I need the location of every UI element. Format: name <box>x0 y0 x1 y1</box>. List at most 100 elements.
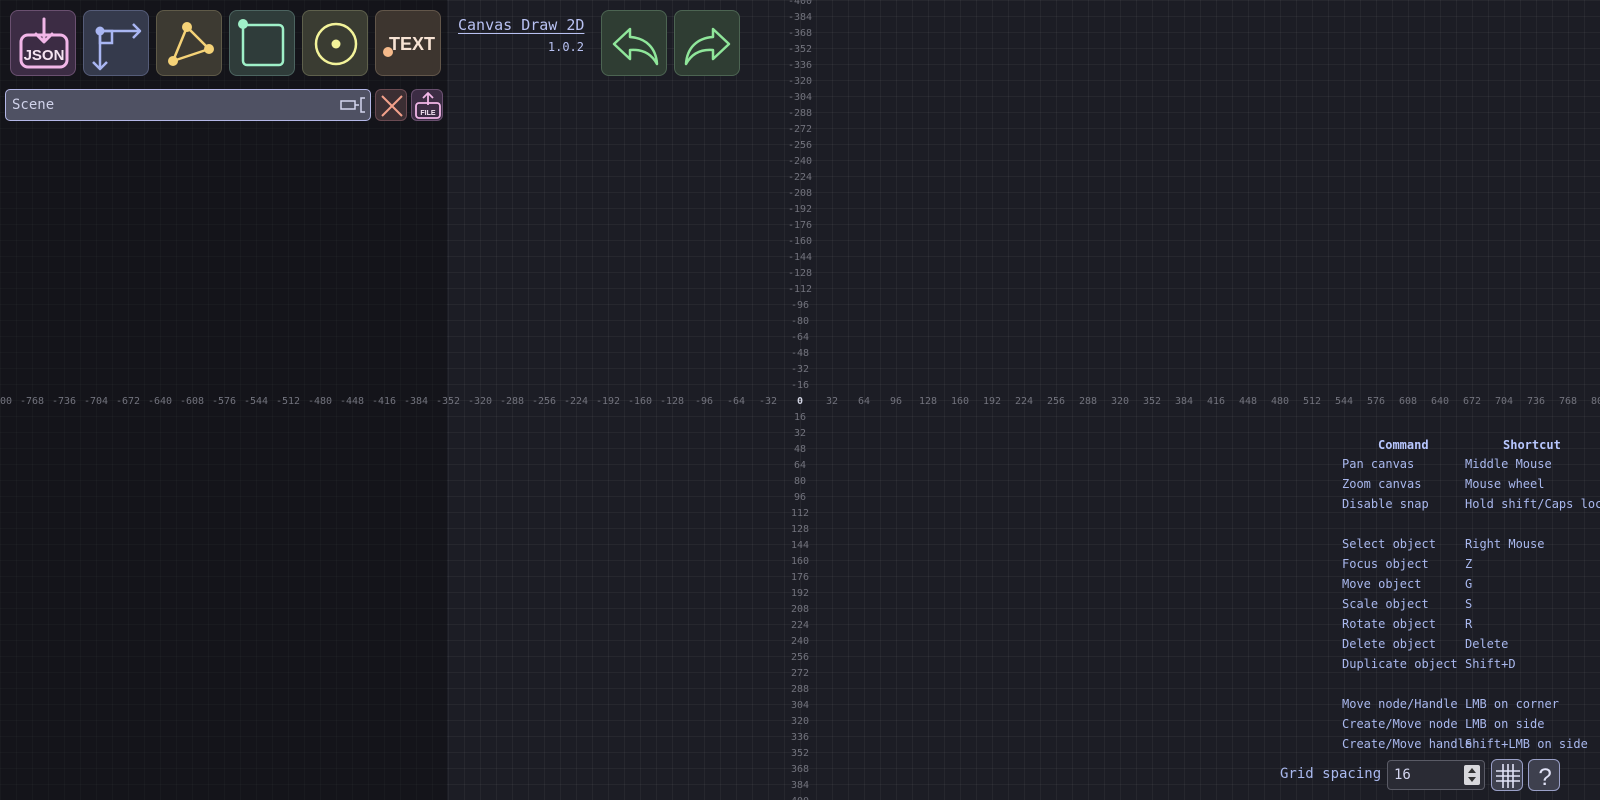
stepper-arrows-icon <box>1468 768 1476 782</box>
y-axis-tick-label: -272 <box>788 124 812 135</box>
y-axis-tick-label: -256 <box>788 140 812 151</box>
x-axis-tick-label: 544 <box>1335 396 1353 407</box>
text-tool-button[interactable]: TEXT <box>375 10 441 76</box>
y-axis-tick-label: -176 <box>788 220 812 231</box>
y-axis-tick-label: 256 <box>791 652 809 663</box>
x-axis-tick-label: -704 <box>84 396 108 407</box>
x-axis-tick-label: -576 <box>212 396 236 407</box>
x-axis-tick-label: -256 <box>532 396 556 407</box>
x-axis-tick-label: -416 <box>372 396 396 407</box>
x-axis-tick-label: 512 <box>1303 396 1321 407</box>
x-axis-tick-label: 640 <box>1431 396 1449 407</box>
rectangle-tool-button[interactable] <box>229 10 295 76</box>
x-axis-tick-label: 480 <box>1271 396 1289 407</box>
x-axis-tick-label: -608 <box>180 396 204 407</box>
y-axis-tick-label: -16 <box>791 380 809 391</box>
x-axis-tick-label: 448 <box>1239 396 1257 407</box>
y-axis-tick-label: -288 <box>788 108 812 119</box>
x-axis-tick-label: 736 <box>1527 396 1545 407</box>
y-axis-tick-label: 112 <box>791 508 809 519</box>
shortcut-key: Hold shift/Caps lock <box>1465 497 1600 511</box>
y-axis-tick-label: 336 <box>791 732 809 743</box>
shortcut-key: Shift+D <box>1465 657 1516 671</box>
x-axis-tick-label: 672 <box>1463 396 1481 407</box>
x-axis-tick-label: -640 <box>148 396 172 407</box>
x-axis-tick-label: 224 <box>1015 396 1033 407</box>
y-axis-tick-label: -96 <box>791 300 809 311</box>
clear-scene-button[interactable] <box>375 89 407 121</box>
shortcut-key: G <box>1465 577 1473 591</box>
help-button[interactable]: ? <box>1528 759 1560 791</box>
path-tool-icon <box>92 23 142 71</box>
y-axis-tick-label: 64 <box>794 460 806 471</box>
x-axis-tick-label: -544 <box>244 396 268 407</box>
y-axis-tick-label: 384 <box>791 780 809 791</box>
y-axis-tick-label: -32 <box>791 364 809 375</box>
y-axis-tick-label: 80 <box>794 476 806 487</box>
x-axis-tick-label: 576 <box>1367 396 1385 407</box>
undo-button[interactable] <box>601 10 667 76</box>
circle-tool-icon <box>314 22 358 66</box>
command-column-header: Command <box>1378 438 1429 452</box>
x-axis-tick-label: 768 <box>1559 396 1577 407</box>
y-axis-tick-label: -160 <box>788 236 812 247</box>
scene-name-input[interactable] <box>5 89 371 121</box>
import-json-button[interactable]: JSON <box>10 10 76 76</box>
help-icon: ? <box>1538 764 1551 791</box>
redo-button[interactable] <box>674 10 740 76</box>
shortcut-key: Middle Mouse <box>1465 457 1552 471</box>
y-axis-tick-label: 224 <box>791 620 809 631</box>
circle-tool-button[interactable] <box>302 10 368 76</box>
close-icon <box>381 95 403 117</box>
shortcut-command: Disable snap <box>1342 497 1429 511</box>
polygon-tool-button[interactable] <box>156 10 222 76</box>
app-title-link[interactable]: Canvas Draw 2D <box>458 16 584 34</box>
x-axis-tick-label: 96 <box>890 396 902 407</box>
y-axis-tick-label: 368 <box>791 764 809 775</box>
x-axis-tick-label: -384 <box>404 396 428 407</box>
shortcut-command: Delete object <box>1342 637 1436 651</box>
redo-icon <box>684 27 731 66</box>
shortcut-key: R <box>1465 617 1473 631</box>
y-axis-tick-label: -112 <box>788 284 812 295</box>
shortcut-command: Create/Move handle <box>1342 737 1473 751</box>
text-label: TEXT <box>389 34 435 54</box>
y-axis-tick-label: -64 <box>791 332 809 343</box>
y-axis-tick-label: 208 <box>791 604 809 615</box>
shortcut-command: Pan canvas <box>1342 457 1415 471</box>
x-axis-tick-label: 64 <box>858 396 870 407</box>
y-axis-tick-label: 16 <box>794 412 806 423</box>
x-axis-tick-label: -448 <box>340 396 364 407</box>
shortcut-command: Zoom canvas <box>1342 477 1422 491</box>
x-axis-tick-label: -192 <box>596 396 620 407</box>
rename-icon[interactable] <box>340 95 368 115</box>
y-axis-tick-label: -336 <box>788 60 812 71</box>
y-axis-tick-label: -240 <box>788 156 812 167</box>
toggle-grid-button[interactable] <box>1491 759 1523 791</box>
shortcut-key: S <box>1465 597 1473 611</box>
grid-spacing-stepper[interactable] <box>1464 765 1480 785</box>
x-axis-tick-label: 192 <box>983 396 1001 407</box>
y-axis-tick-label: 240 <box>791 636 809 647</box>
shortcut-key: Z <box>1465 557 1473 571</box>
path-tool-button[interactable] <box>83 10 149 76</box>
shortcut-key: Right Mouse <box>1465 537 1545 551</box>
x-axis-tick-label: -320 <box>468 396 492 407</box>
rectangle-tool-icon <box>238 19 285 67</box>
y-axis-tick-label: -48 <box>791 348 809 359</box>
x-axis-tick-label: -224 <box>564 396 588 407</box>
app-version: 1.0.2 <box>547 40 584 54</box>
y-axis-tick-label: -224 <box>788 172 812 183</box>
shortcut-command: Move object <box>1342 577 1422 591</box>
y-axis-tick-label: 304 <box>791 700 809 711</box>
x-axis-tick-label: -96 <box>695 396 713 407</box>
y-axis-tick-label: 32 <box>794 428 806 439</box>
shortcut-command: Move node/Handle <box>1342 697 1458 711</box>
svg-text:?: ? <box>1538 764 1551 791</box>
y-axis-tick-label: 48 <box>794 444 806 455</box>
export-file-button[interactable]: FILE <box>411 89 443 121</box>
shortcut-command: Focus object <box>1342 557 1429 571</box>
y-axis-tick-label: 128 <box>791 524 809 535</box>
y-axis-tick-label: -368 <box>788 28 812 39</box>
grid-icon <box>1496 764 1520 788</box>
